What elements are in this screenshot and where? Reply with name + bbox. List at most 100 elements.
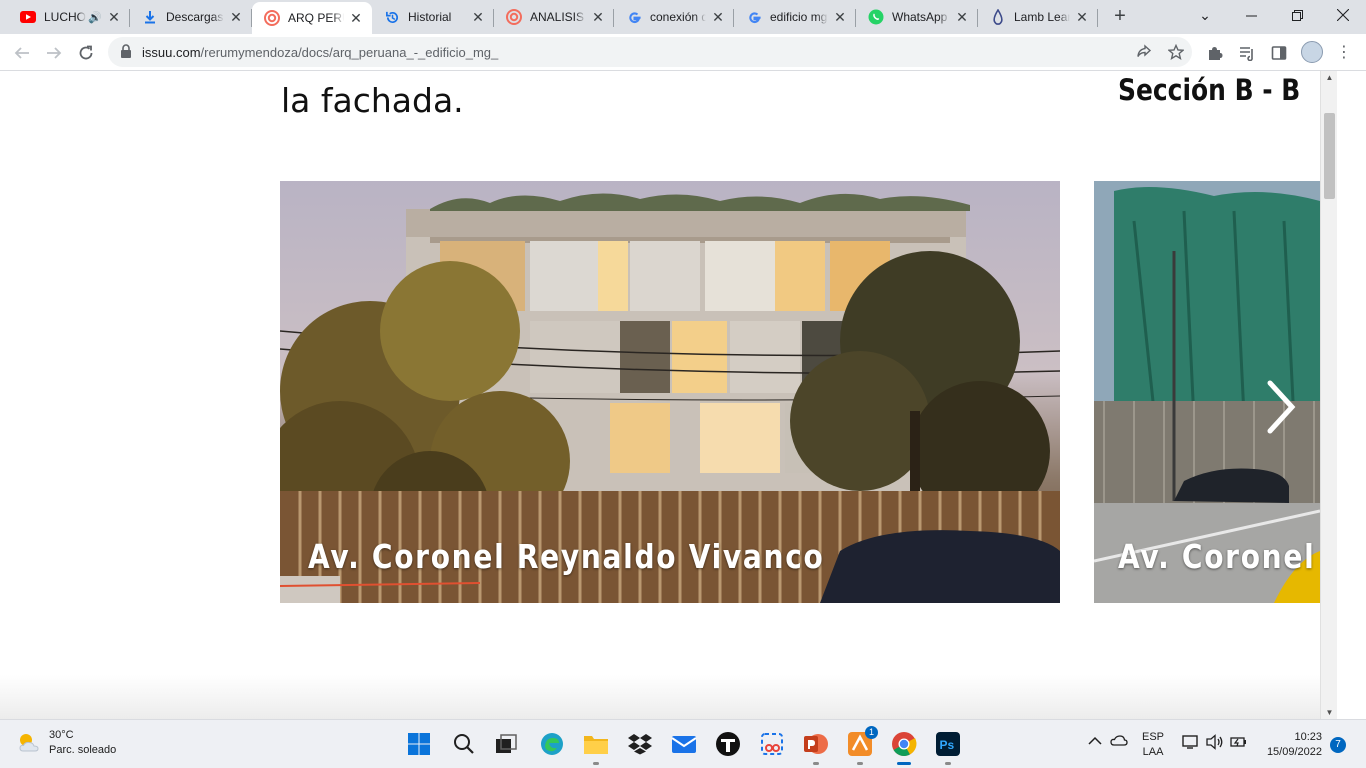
task-view-button[interactable] [492,730,520,758]
media-control-icon[interactable] [1236,42,1258,64]
page-text-heading: la fachada. [281,81,464,120]
close-window-button[interactable] [1320,0,1366,30]
extensions-puzzle-icon[interactable] [1204,42,1226,64]
next-page-arrow-icon[interactable] [1262,379,1298,435]
tab-descargas[interactable]: Descargas ✕ [130,0,252,34]
scroll-down-icon[interactable]: ▼ [1325,708,1334,717]
side-panel-icon[interactable] [1268,42,1290,64]
url-text[interactable]: issuu.com/rerumymendoza/docs/arq_peruana… [142,45,498,60]
page-scrollbar[interactable]: ▲ ▼ [1320,71,1337,719]
snipping-tool-app[interactable] [758,730,786,758]
audio-playing-icon[interactable]: 🔊 [88,11,102,24]
photoshop-app[interactable]: Ps [934,730,962,765]
scrollbar-thumb[interactable] [1324,113,1335,199]
vpn-app[interactable]: 1 [846,726,878,765]
notification-badge: 1 [865,726,878,739]
issuu-icon [506,9,522,25]
tab-historial[interactable]: Historial ✕ [372,0,494,34]
network-button[interactable] [1182,734,1200,753]
close-tab-icon[interactable]: ✕ [106,9,122,25]
tab-lamb-learn[interactable]: Lamb Learn ✕ [978,0,1098,34]
chevron-down-icon: ⌄ [1199,6,1211,23]
cloud-icon [1110,735,1128,746]
partly-sunny-icon [19,734,39,752]
edge-icon [541,733,563,755]
chevron-up-icon [1088,736,1102,745]
whatsapp-icon [868,9,884,25]
clock-time: 10:23 [1294,731,1322,743]
photo-caption: Av. Coronel Re [1118,537,1320,576]
tab-title: edificio mg [770,10,828,24]
close-tab-icon[interactable]: ✕ [1074,9,1090,25]
close-tab-icon[interactable]: ✕ [954,9,970,25]
tab-title: conexión de [650,10,706,24]
mail-app[interactable] [670,730,698,758]
photo-caption: Av. Coronel Reynaldo Vivanco [308,537,825,576]
google-icon [626,9,642,25]
tab-conexion[interactable]: conexión de ✕ [614,0,734,34]
reload-button[interactable] [72,39,100,67]
close-tab-icon[interactable]: ✕ [470,9,486,25]
windows-taskbar: 30°C Parc. soleado 1 Ps ESP LAA 10:23 15… [0,719,1366,768]
notification-count-badge[interactable]: 7 [1330,737,1346,753]
share-icon[interactable] [1134,42,1154,62]
tab-edificio-mg[interactable]: edificio mg ✕ [734,0,856,34]
new-tab-button[interactable]: + [1108,4,1132,28]
weather-widget[interactable]: 30°C Parc. soleado [16,728,116,758]
battery-button[interactable] [1230,734,1248,753]
system-clock[interactable]: 10:23 15/09/2022 [1258,730,1322,760]
show-hidden-icons-button[interactable] [1088,734,1102,749]
arrow-right-icon [47,47,62,59]
powerpoint-app[interactable] [802,730,830,765]
start-button[interactable] [405,730,433,758]
tab-title: Lamb Learn [1014,10,1070,24]
forward-button[interactable] [40,39,68,67]
restore-button[interactable] [1274,0,1320,30]
edge-app[interactable] [538,730,566,758]
minimize-button[interactable] [1228,0,1274,30]
weather-temp: 30°C [49,729,74,741]
app-t-circle[interactable] [714,730,742,758]
google-icon [746,9,762,25]
document-viewer[interactable]: la fachada. Sección B - B Av. Coronel Re… [0,71,1320,719]
dropbox-app[interactable] [626,730,654,758]
close-tab-icon[interactable]: ✕ [832,9,848,25]
youtube-icon [20,9,36,25]
address-bar[interactable]: issuu.com/rerumymendoza/docs/arq_peruana… [108,37,1192,67]
input-language[interactable]: ESP LAA [1142,730,1164,760]
tab-title: WhatsApp [892,10,948,24]
mail-icon [671,736,697,753]
lock-icon[interactable] [120,44,134,60]
close-tab-icon[interactable]: ✕ [348,10,364,26]
photoshop-icon: Ps [936,732,960,756]
tab-youtube[interactable]: LUCHO 🔊 ✕ [8,0,130,34]
arrow-left-icon [14,47,29,59]
back-button[interactable] [8,39,36,67]
tab-analisis[interactable]: ANALISIS DE ✕ [494,0,614,34]
close-tab-icon[interactable]: ✕ [228,9,244,25]
speaker-icon [1206,734,1223,750]
browser-toolbar: issuu.com/rerumymendoza/docs/arq_peruana… [0,34,1366,71]
search-button[interactable] [450,730,478,758]
tab-search-button[interactable]: ⌄ [1182,0,1228,30]
issuu-icon [264,10,280,26]
tab-title: Historial [408,10,452,24]
profile-avatar[interactable] [1301,41,1323,63]
close-tab-icon[interactable]: ✕ [590,9,606,25]
tab-arq-peruana[interactable]: ARQ PERUANA ✕ [252,2,372,34]
onedrive-button[interactable] [1110,734,1128,749]
tab-whatsapp[interactable]: WhatsApp ✕ [856,0,978,34]
close-tab-icon[interactable]: ✕ [710,9,726,25]
file-explorer-app[interactable] [582,730,610,765]
menu-kebab-icon[interactable]: ⋮ [1336,42,1352,64]
reload-icon [79,45,93,60]
clock-date: 15/09/2022 [1266,746,1322,758]
folder-icon [584,736,608,754]
svg-text:Ps: Ps [940,738,955,752]
scroll-up-icon[interactable]: ▲ [1325,73,1334,82]
history-icon [384,9,400,25]
volume-button[interactable] [1206,734,1224,753]
bookmark-star-icon[interactable] [1166,42,1186,62]
tab-title: Descargas [166,10,224,24]
chrome-app[interactable] [890,730,918,765]
